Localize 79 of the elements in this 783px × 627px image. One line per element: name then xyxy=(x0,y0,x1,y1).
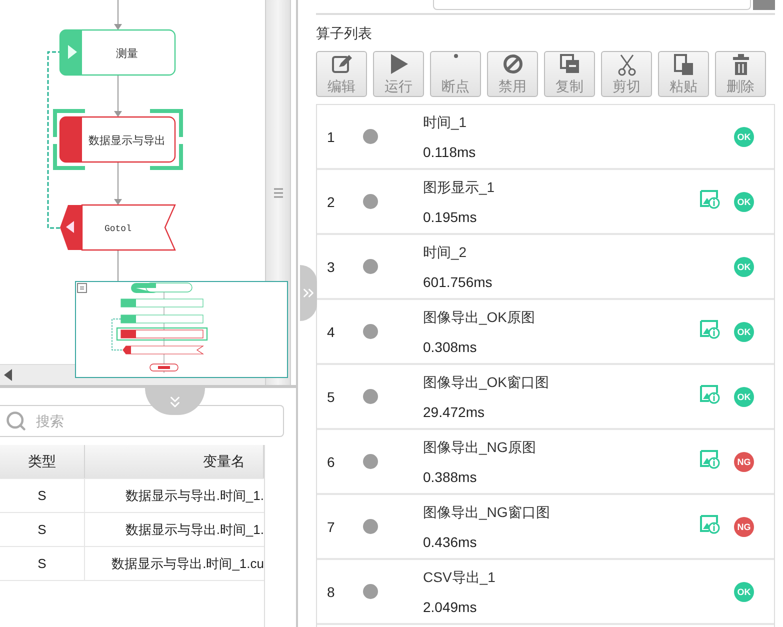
run-time: 601.756ms xyxy=(423,274,494,290)
minimap-menu-icon[interactable] xyxy=(77,283,87,293)
result-badge: OK xyxy=(734,582,754,602)
table-cell-text: 数据显示与导出.时间_1.cu xyxy=(110,554,264,573)
image-info-icon[interactable] xyxy=(700,189,720,209)
operator-row[interactable]: 6 图像导出_NG原图 0.388ms NG xyxy=(317,430,774,495)
row-number: 5 xyxy=(327,388,336,404)
table-cell-text: 数据显示与导出.时间_1. xyxy=(124,486,264,505)
operator-row[interactable]: 4 图像导出_OK原图 0.308ms OK xyxy=(317,300,774,365)
result-badge: NG xyxy=(734,452,754,472)
run-time: 29.472ms xyxy=(423,404,486,420)
operator-name: 时间_1 xyxy=(423,114,468,132)
row-number: 7 xyxy=(327,518,336,534)
operator-row[interactable]: 1 时间_1 0.118ms OK xyxy=(317,105,774,170)
breakpoint-dot[interactable] xyxy=(363,454,378,469)
breakpoint-dot[interactable] xyxy=(363,129,378,144)
search-field[interactable]: 搜索 xyxy=(0,405,284,437)
result-badge: OK xyxy=(734,126,754,146)
grip-icon[interactable] xyxy=(274,188,282,198)
breakpoint-dot[interactable] xyxy=(363,584,378,599)
table-cell: S xyxy=(0,479,85,512)
row-number: 1 xyxy=(327,128,336,144)
edit-icon xyxy=(330,54,352,74)
image-info-icon[interactable] xyxy=(700,384,720,404)
row-number: 4 xyxy=(327,324,336,340)
play-icon xyxy=(390,54,408,74)
run-time: 0.308ms xyxy=(423,338,478,354)
operator-name: 图像导出_NG原图 xyxy=(423,438,537,456)
dot-icon xyxy=(454,54,458,58)
image-info-icon[interactable] xyxy=(700,319,720,339)
image-info-icon[interactable] xyxy=(700,449,720,469)
breakpoint-dot[interactable] xyxy=(363,194,378,209)
row-number: 3 xyxy=(327,258,336,274)
operator-name: 时间_2 xyxy=(423,244,468,262)
result-badge: OK xyxy=(734,192,754,212)
scissors-icon xyxy=(618,54,636,76)
table-cell: S xyxy=(0,513,85,546)
expand-handle[interactable] xyxy=(300,265,317,321)
row-number: 6 xyxy=(327,454,336,470)
run-time: 0.118ms xyxy=(423,144,477,160)
minimap[interactable] xyxy=(75,281,288,378)
panel-title: 算子列表 xyxy=(316,25,373,43)
operator-name: 图像导出_OK窗口图 xyxy=(423,374,550,392)
column-header[interactable]: 变量名 xyxy=(85,445,264,478)
search-icon xyxy=(5,410,27,432)
paste-icon xyxy=(674,54,694,76)
input-field[interactable] xyxy=(433,0,751,10)
operator-row[interactable]: 5 图像导出_OK窗口图 29.472ms OK xyxy=(317,365,774,430)
breakpoint-dot[interactable] xyxy=(363,259,378,274)
operator-name: 图像导出_OK原图 xyxy=(423,308,536,326)
operator-row[interactable]: 8 CSV导出_1 2.049ms OK xyxy=(317,560,774,625)
operator-name: 图像导出_NG窗口图 xyxy=(423,504,551,522)
result-badge: NG xyxy=(734,516,754,536)
breakpoint-dot[interactable] xyxy=(363,324,378,339)
operator-row[interactable]: 7 图像导出_NG窗口图 0.436ms NG xyxy=(317,495,774,560)
breakpoint-dot[interactable] xyxy=(363,389,378,404)
operator-row[interactable]: 2 图形显示_1 0.195ms OK xyxy=(317,170,774,235)
trash-icon xyxy=(732,54,750,76)
prohibited-icon xyxy=(502,54,522,74)
image-info-icon[interactable] xyxy=(700,514,720,534)
breakpoint-dot[interactable] xyxy=(363,519,378,534)
row-number: 2 xyxy=(327,194,336,210)
flow-node[interactable]: 测量 xyxy=(59,29,176,76)
run-time: 0.388ms xyxy=(423,468,478,484)
operator-row[interactable]: 3 时间_2 601.756ms OK xyxy=(317,235,774,300)
row-number: 8 xyxy=(327,584,336,600)
run-time: 2.049ms xyxy=(423,598,478,614)
column-header[interactable]: 类型 xyxy=(0,445,85,478)
scroll-left-icon[interactable] xyxy=(4,369,12,381)
run-time: 0.195ms xyxy=(423,208,478,224)
copy-icon xyxy=(560,54,580,74)
table-cell-text: 数据显示与导出.时间_1. xyxy=(124,520,264,539)
result-badge: OK xyxy=(734,256,754,276)
result-badge: OK xyxy=(734,322,754,342)
operator-name: 图形显示_1 xyxy=(423,178,496,196)
table-cell: S xyxy=(0,547,85,580)
result-badge: OK xyxy=(734,386,754,406)
operator-name: CSV导出_1 xyxy=(423,568,496,586)
run-time: 0.436ms xyxy=(423,534,478,550)
